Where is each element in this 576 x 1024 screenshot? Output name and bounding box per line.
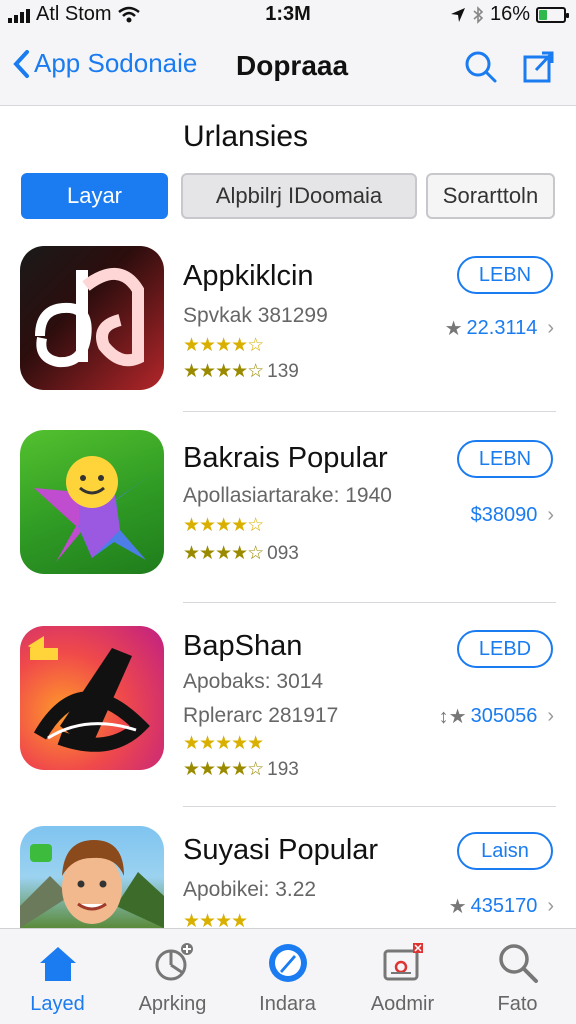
rating-count: 139 <box>267 361 299 382</box>
tab-aodmir[interactable]: Aodmir <box>345 929 460 1024</box>
divider <box>183 411 556 412</box>
battery-percent: 16% <box>489 3 530 25</box>
tab-aprking[interactable]: Aprking <box>115 929 230 1024</box>
app-subtitle-secondary: Rplerarc 281917 <box>183 704 339 727</box>
navigation-bar: App Sodonaie Dopraaa <box>0 30 576 106</box>
app-name: Appkiklcin <box>183 260 314 292</box>
section-title: Urlansies <box>183 120 309 153</box>
price-value: 435170 <box>470 895 538 917</box>
star-rating: ★★★★☆ <box>183 515 264 536</box>
price-label[interactable]: ★ 22.3114 › <box>445 316 554 341</box>
price-value: $38090 <box>470 504 538 526</box>
star-rating: ★★★★ <box>183 911 248 928</box>
tab-bar: Layed Aprking Indara Aodmir Fato <box>0 928 576 1024</box>
star-rating: ★★★★★ <box>183 733 264 754</box>
chevron-right-icon: › <box>547 705 554 727</box>
get-button[interactable]: LEBN <box>457 256 553 294</box>
bluetooth-icon <box>473 5 484 24</box>
back-button[interactable]: App Sodonaie <box>12 48 197 79</box>
get-button[interactable]: Laisn <box>457 832 553 870</box>
divider <box>183 806 556 807</box>
chevron-right-icon: › <box>547 504 554 526</box>
star-rating-secondary: ★★★★☆ 093 <box>183 542 299 565</box>
chart-icon <box>155 943 193 981</box>
filter-button-layar[interactable]: Layar <box>21 173 168 219</box>
home-icon <box>40 947 76 981</box>
search-icon[interactable] <box>464 50 498 84</box>
tab-layed[interactable]: Layed <box>0 929 115 1024</box>
app-subtitle: Spvkak 381299 <box>183 304 328 327</box>
search-icon <box>499 944 538 983</box>
app-subtitle: Apobaks: 3014 <box>183 670 324 693</box>
chevron-left-icon <box>13 49 29 78</box>
rating-count: 093 <box>267 543 299 564</box>
rating-count: 193 <box>267 759 299 780</box>
price-value: 22.3114 <box>466 317 538 339</box>
app-subtitle: Apollasiartarake: 1940 <box>183 484 392 507</box>
price-label[interactable]: ↕★ 305056 › <box>439 704 554 729</box>
divider <box>183 602 556 603</box>
app-subtitle: Apobikei: 3.22 <box>183 878 317 901</box>
price-star: ↕★ <box>438 706 467 728</box>
price-value: 305056 <box>470 705 538 727</box>
get-button[interactable]: LEBN <box>457 440 553 478</box>
star-rating: ★★★★☆ <box>183 335 264 356</box>
status-bar: Atl Stom 1:3M 16% <box>0 0 576 30</box>
tab-fato[interactable]: Fato <box>460 929 575 1024</box>
tab-label: Layed <box>30 993 85 1015</box>
app-name: Bakrais Popular <box>183 442 388 474</box>
filter-button-alpbilrj[interactable]: Alpbilrj IDoomaia <box>181 173 417 219</box>
stars: ★★★★☆ <box>183 759 264 780</box>
battery-icon <box>536 6 569 23</box>
app-name: BapShan <box>183 630 303 662</box>
compass-icon <box>269 944 307 982</box>
smiley-star-icon <box>20 430 164 574</box>
app-name: Suyasi Popular <box>183 834 379 866</box>
price-star: ★ <box>444 318 463 340</box>
filter-button-sorarttoln[interactable]: Sorarttoln <box>426 173 555 219</box>
tab-indara[interactable]: Indara <box>230 929 345 1024</box>
price-star: ★ <box>448 896 467 918</box>
get-button[interactable]: LEBD <box>457 630 553 668</box>
black-swirl-icon <box>20 626 164 770</box>
share-icon[interactable] <box>522 50 556 84</box>
tab-label: Aodmir <box>370 993 435 1015</box>
location-icon <box>450 7 465 22</box>
script-letters-icon <box>20 246 164 390</box>
stars: ★★★★☆ <box>183 361 264 382</box>
price-label[interactable]: ★ 435170 › <box>449 894 554 919</box>
back-label: App Sodonaie <box>34 48 198 78</box>
battery-fill <box>539 9 547 20</box>
page-title: Dopraaa <box>236 50 349 81</box>
badge-box-icon <box>383 943 423 981</box>
star-rating-secondary: ★★★★☆ 193 <box>183 758 299 781</box>
price-label[interactable]: $38090 › <box>467 504 554 527</box>
tab-label: Fato <box>497 993 538 1015</box>
status-right: 16% <box>450 3 569 26</box>
chevron-right-icon: › <box>547 895 554 917</box>
tab-label: Indara <box>259 993 316 1015</box>
chevron-right-icon: › <box>547 317 554 339</box>
tab-label: Aprking <box>138 993 207 1015</box>
stars: ★★★★☆ <box>183 543 264 564</box>
avatar-man-icon <box>20 826 164 928</box>
star-rating-secondary: ★★★★☆ 139 <box>183 360 299 383</box>
